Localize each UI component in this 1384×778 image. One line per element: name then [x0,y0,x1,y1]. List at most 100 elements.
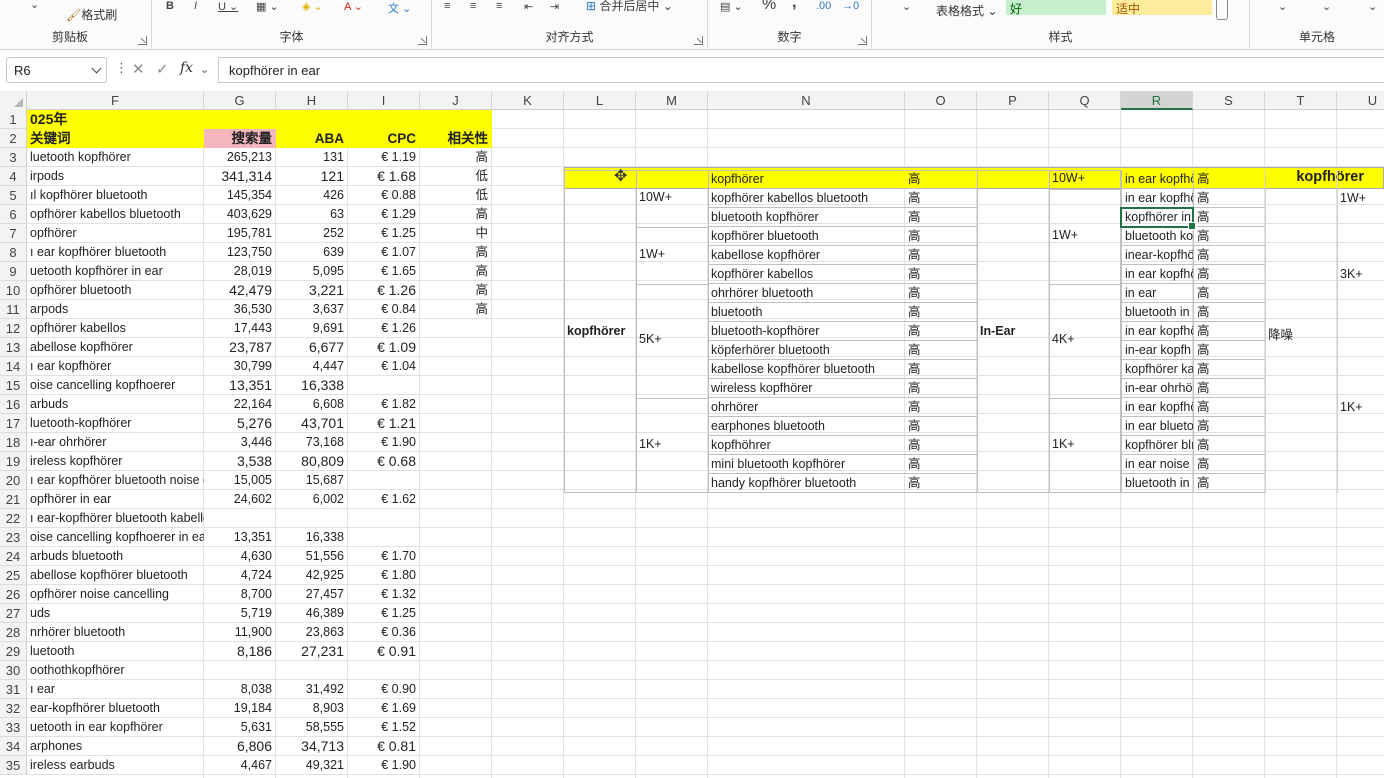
search-volume-cell[interactable]: 8,038 [204,680,276,699]
relevance-cell[interactable] [420,642,492,661]
keyword-cell[interactable]: abellose kopfhörer bluetooth [27,566,204,585]
r-relevance-cell[interactable]: 高 [1193,474,1265,493]
group-noise-label[interactable]: 降噪 [1268,324,1293,343]
worksheet[interactable]: FGHIJKLMNOPQRSTU 1 2 3 4 5 6 7 8 9 10 11 12 13 14 15 16… [0,91,1384,778]
search-volume-cell[interactable]: 3,538 [204,452,276,471]
aba-cell[interactable] [276,509,348,528]
row-header-1[interactable]: 1 [0,110,27,129]
relevance-cell[interactable] [420,585,492,604]
align-right-icon[interactable]: ≡ [496,0,502,14]
r-relevance-cell[interactable]: 高 [1193,360,1265,379]
aba-cell[interactable]: 16,338 [276,528,348,547]
format-dropdown[interactable]: ⌄ [1368,0,1377,14]
keyword-cell[interactable]: arpods [27,300,204,319]
n-relevance-cell[interactable]: 高 [905,474,977,493]
column-header-o[interactable]: O [905,91,977,110]
r-keyword-cell[interactable]: bluetooth ko [1121,227,1193,246]
cpc-cell[interactable]: € 1.25 [348,224,420,243]
row-header-12[interactable]: 12 [0,319,27,338]
cpc-cell[interactable]: € 0.36 [348,623,420,642]
search-volume-cell[interactable]: 22,164 [204,395,276,414]
r-keyword-cell[interactable]: in ear kopfhö [1121,322,1193,341]
relevance-cell[interactable] [420,680,492,699]
font-launcher[interactable] [418,36,427,45]
cpc-cell[interactable]: € 1.09 [348,338,420,357]
r-relevance-cell[interactable]: 高 [1193,265,1265,284]
search-volume-cell[interactable]: 19,184 [204,699,276,718]
active-cell[interactable] [1120,207,1196,230]
column-header-f[interactable]: F [27,91,204,110]
cpc-cell[interactable] [348,471,420,490]
number-launcher[interactable] [858,36,867,45]
search-volume-cell[interactable]: 23,787 [204,338,276,357]
search-volume-cell[interactable]: 4,630 [204,547,276,566]
row-header-16[interactable]: 16 [0,395,27,414]
search-volume-cell[interactable]: 5,276 [204,414,276,433]
keyword-cell[interactable]: ı ear kopfhörer bluetooth [27,243,204,262]
n-keyword-cell[interactable]: earphones bluetooth [708,417,905,436]
relevance-cell[interactable] [420,414,492,433]
cpc-cell[interactable]: € 1.04 [348,357,420,376]
keyword-cell[interactable]: oise cancelling kopfhoerer in ea [27,528,204,547]
aba-cell[interactable]: 8,903 [276,699,348,718]
bucket-label-q[interactable]: 10W+ [1052,171,1085,185]
search-volume-cell[interactable]: 145,354 [204,186,276,205]
keyword-cell[interactable]: opfhörer kabellos [27,319,204,338]
relevance-cell[interactable]: 中 [420,224,492,243]
n-keyword-cell[interactable]: bluetooth [708,303,905,322]
header-search[interactable]: 搜索量 [204,129,276,148]
relevance-cell[interactable] [420,433,492,452]
cpc-cell[interactable] [348,528,420,547]
insert-function-button[interactable]: fx [180,60,193,76]
column-header-m[interactable]: M [636,91,708,110]
bucket-label-m[interactable]: 1W+ [639,247,665,261]
row-header-3[interactable]: 3 [0,148,27,167]
n-keyword-cell[interactable]: mini bluetooth kopfhörer [708,455,905,474]
bucket-label-u[interactable]: 3K+ [1340,267,1363,281]
search-volume-cell[interactable]: 5,719 [204,604,276,623]
aba-cell[interactable] [276,661,348,680]
keyword-cell[interactable]: uds [27,604,204,623]
relevance-cell[interactable] [420,319,492,338]
search-volume-cell[interactable]: 15,005 [204,471,276,490]
row-header-9[interactable]: 9 [0,262,27,281]
name-box[interactable]: R6 [6,57,107,83]
r-keyword-cell[interactable]: in ear blueto [1121,417,1193,436]
aba-cell[interactable]: 131 [276,148,348,167]
row-header-24[interactable]: 24 [0,547,27,566]
formula-input[interactable]: kopfhörer in ear [218,57,1384,83]
keyword-cell[interactable]: ireless kopfhörer [27,452,204,471]
keyword-cell[interactable]: ı ear kopfhörer bluetooth noise c [27,471,204,490]
column-header-u[interactable]: U [1337,91,1384,110]
r-relevance-cell[interactable]: 高 [1193,417,1265,436]
relevance-cell[interactable] [420,471,492,490]
bold-button[interactable]: B [166,0,174,14]
n-keyword-cell[interactable]: kabellose kopfhörer [708,246,905,265]
search-volume-cell[interactable]: 195,781 [204,224,276,243]
column-header-p[interactable]: P [977,91,1049,110]
column-header-n[interactable]: N [708,91,905,110]
aba-cell[interactable]: 34,713 [276,737,348,756]
n-relevance-cell[interactable]: 高 [905,170,977,189]
n-relevance-cell[interactable]: 高 [905,208,977,227]
row-header-17[interactable]: 17 [0,414,27,433]
r-relevance-cell[interactable]: 高 [1193,379,1265,398]
aba-cell[interactable]: 121 [276,167,348,186]
cpc-cell[interactable]: € 0.84 [348,300,420,319]
row-header-35[interactable]: 35 [0,756,27,775]
column-header-j[interactable]: J [420,91,492,110]
relevance-cell[interactable]: 高 [420,300,492,319]
keyword-cell[interactable]: ı ear [27,680,204,699]
keyword-cell[interactable]: ireless earbuds [27,756,204,775]
more-icon[interactable]: ⋮ [115,60,128,76]
relevance-cell[interactable]: 高 [420,148,492,167]
column-header-t[interactable]: T [1265,91,1337,110]
cpc-cell[interactable]: € 1.62 [348,490,420,509]
italic-button[interactable]: I [194,0,197,14]
aba-cell[interactable]: 639 [276,243,348,262]
aba-cell[interactable]: 426 [276,186,348,205]
cpc-cell[interactable] [348,509,420,528]
search-volume-cell[interactable]: 28,019 [204,262,276,281]
relevance-cell[interactable] [420,737,492,756]
row-header-27[interactable]: 27 [0,604,27,623]
